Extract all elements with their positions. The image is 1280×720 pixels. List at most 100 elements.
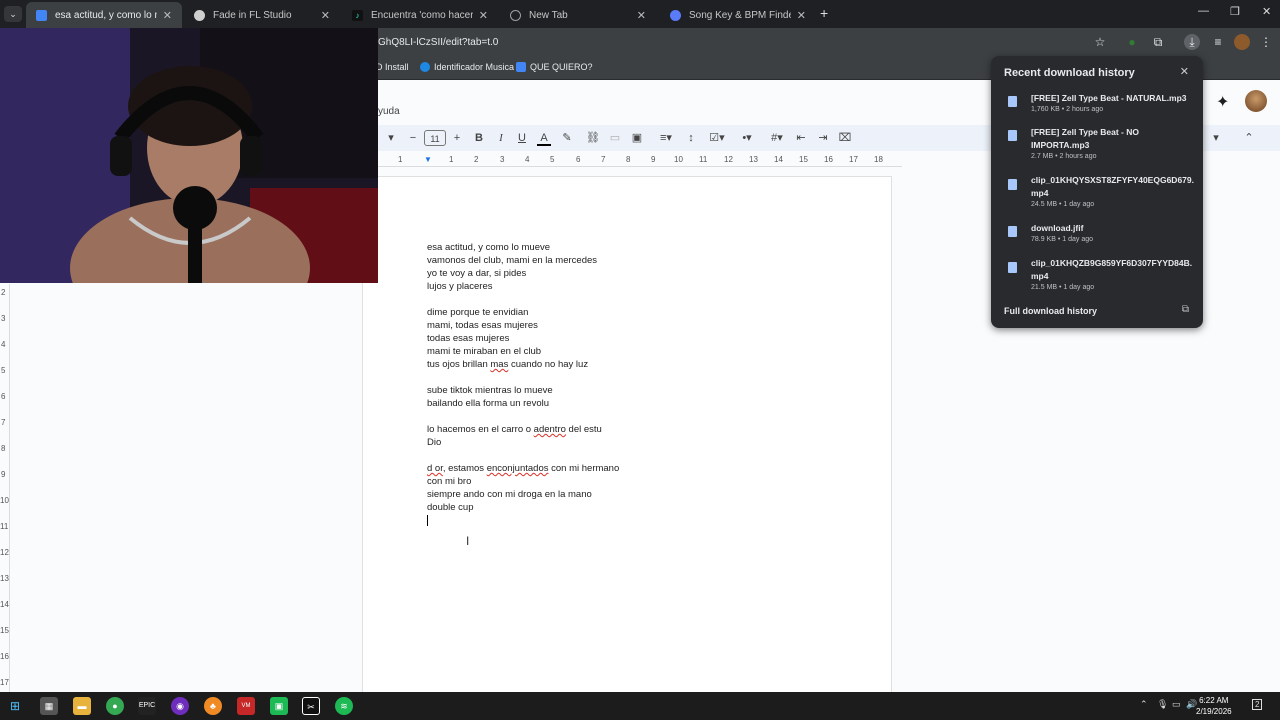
tab-fade-fl-studio[interactable]: Fade in FL Studio ✕ (184, 2, 340, 28)
increase-indent-icon[interactable]: ⇥ (816, 130, 830, 146)
mode-chevron-icon[interactable]: ▾ (1210, 130, 1222, 146)
download-item[interactable]: [FREE] Zell Type Beat - NATURAL.mp3 1,76… (991, 92, 1203, 118)
italic-button[interactable]: I (494, 130, 508, 146)
tab-tiktok[interactable]: ♪ Encuentra 'como hacer un fade ✕ (342, 2, 498, 28)
full-download-history-link[interactable]: Full download history (1004, 306, 1097, 316)
ruler-number: 13 (749, 155, 758, 164)
tiktok-icon: ♪ (352, 9, 363, 21)
align-left-icon[interactable]: ≡▾ (656, 130, 676, 146)
epic-games-icon[interactable]: EPIC (138, 697, 156, 715)
font-size-input[interactable]: 11 (424, 130, 446, 146)
highlight-icon[interactable]: ✎ (560, 130, 574, 146)
ruler-number: 5 (550, 155, 555, 164)
increase-font-button[interactable]: + (450, 130, 464, 146)
media-controls-icon[interactable]: ≡ (1210, 34, 1226, 50)
file-explorer-icon[interactable]: ▬ (73, 697, 91, 715)
download-item[interactable]: clip_01KHQYSXST8ZFYFY40EQG6D679.mp4 24.5… (991, 174, 1203, 212)
close-icon[interactable]: ✕ (163, 9, 172, 22)
address-bar[interactable]: GhQ8LI-lCzSII/edit?tab=t.0 (378, 37, 498, 48)
close-window-button[interactable]: ✕ (1262, 5, 1271, 18)
doc-line (427, 410, 867, 423)
obs-icon[interactable]: ◉ (171, 697, 189, 715)
tab-new-tab[interactable]: New Tab ✕ (500, 2, 656, 28)
extensions-puzzle-icon[interactable]: ⧉ (1150, 34, 1166, 50)
download-name: clip_01KHQZB9G859YF6D307FYYD84B.mp4 (1031, 258, 1193, 281)
doc-line (427, 293, 867, 306)
download-name: [FREE] Zell Type Beat - NO IMPORTA.mp3 (1031, 127, 1139, 150)
extension-green-icon[interactable]: ● (1124, 34, 1140, 50)
close-icon[interactable]: ✕ (479, 9, 488, 22)
horizontal-ruler[interactable]: 1 ▼ 1 2 3 4 5 6 7 8 9 10 11 12 13 14 15 … (372, 153, 902, 167)
download-item[interactable]: download.jfif 78.9 KB • 1 day ago (991, 222, 1203, 248)
checklist-icon[interactable]: ☑▾ (706, 130, 728, 146)
decrease-indent-icon[interactable]: ⇤ (794, 130, 808, 146)
notification-badge[interactable]: 2 (1252, 699, 1263, 710)
voicemeeter-icon[interactable]: VM (237, 697, 255, 715)
ibeam-cursor-icon: I (466, 534, 470, 548)
ruler-number: 3 (1, 314, 6, 323)
text-color-button[interactable]: A (537, 130, 551, 146)
underline-button[interactable]: U (515, 130, 529, 146)
download-icon[interactable]: ⤓ (1184, 34, 1200, 50)
download-item[interactable]: [FREE] Zell Type Beat - NO IMPORTA.mp3 2… (991, 126, 1203, 164)
capcut-icon[interactable]: ✂ (302, 697, 320, 715)
download-item[interactable]: clip_01KHQZB9G859YF6D307FYYD84B.mp4 21.5… (991, 257, 1203, 295)
image-icon[interactable]: ▣ (630, 130, 644, 146)
tab-search-button[interactable]: ⌄ (4, 6, 22, 22)
vertical-ruler[interactable]: 2 3 4 5 6 7 8 9 10 11 12 13 14 15 16 17 (0, 284, 10, 692)
open-external-icon[interactable]: ⧉ (1182, 304, 1189, 315)
comment-icon[interactable]: ▭ (608, 130, 622, 146)
app-icon[interactable]: ▣ (270, 697, 288, 715)
collapse-toolbar-icon[interactable]: ⌃ (1242, 130, 1256, 146)
task-view-icon[interactable]: ▦ (40, 697, 58, 715)
doc-line: sube tiktok mientras lo mueve (427, 385, 553, 396)
download-meta: 78.9 KB • 1 day ago (1031, 236, 1093, 243)
close-icon[interactable]: ✕ (797, 9, 806, 22)
text-cursor (427, 515, 428, 526)
network-icon[interactable]: ▭ (1172, 699, 1181, 710)
windows-start-icon[interactable]: ⊞ (6, 697, 24, 715)
bookmark-install[interactable]: D Install (376, 62, 409, 72)
clock[interactable]: 6:22 AM 2/19/2026 (1196, 695, 1232, 717)
gemini-sparkle-icon[interactable]: ✦ (1216, 92, 1229, 112)
decrease-font-button[interactable]: − (406, 130, 420, 146)
windows-taskbar: ⊞ ▦ ▬ ● EPIC ◉ ♣ VM ▣ ✂ ≋ ⌃ 🎙 ▭ 🔊 6:22 A… (0, 692, 1280, 720)
avatar[interactable] (1245, 90, 1267, 112)
new-tab-button[interactable]: + (820, 5, 828, 21)
restore-button[interactable]: ❐ (1230, 5, 1240, 18)
chevron-up-icon[interactable]: ⌃ (1140, 699, 1148, 710)
spotify-icon[interactable]: ≋ (335, 697, 353, 715)
image-file-icon (1008, 226, 1017, 237)
ruler-number: 11 (699, 155, 708, 164)
close-icon[interactable]: ✕ (637, 9, 646, 22)
ruler-number: 18 (874, 155, 883, 164)
profile-avatar[interactable] (1234, 34, 1250, 50)
ruler-number: 9 (1, 470, 6, 479)
close-icon[interactable]: ✕ (321, 9, 330, 22)
bullet-list-icon[interactable]: •▾ (736, 130, 758, 146)
bookmark-star-icon[interactable]: ☆ (1092, 34, 1108, 50)
indent-marker[interactable]: ▼ (424, 155, 432, 164)
doc-line: bailando ella forma un revolu (427, 398, 549, 409)
tab-docs[interactable]: esa actitud, y como lo mueve - ✕ (26, 2, 182, 28)
clear-formatting-icon[interactable]: ⌧ (838, 130, 852, 146)
bold-button[interactable]: B (472, 130, 486, 146)
ruler-number: 12 (724, 155, 733, 164)
chevron-down-icon[interactable]: ▾ (386, 130, 396, 146)
minimize-button[interactable]: — (1198, 5, 1209, 17)
bookmark-identificador-musica[interactable]: Identificador Musica (420, 62, 514, 72)
microphone-icon[interactable]: 🎙 (1157, 699, 1168, 710)
bookmark-que-quiero[interactable]: QUE QUIERO? (516, 62, 593, 72)
document-page[interactable]: esa actitud, y como lo mueve vamonos del… (362, 176, 892, 696)
tab-label: Song Key & BPM Finder | Tunel (689, 9, 791, 21)
kebab-menu-icon[interactable]: ⋮ (1258, 34, 1274, 50)
link-icon[interactable]: ⛓ (586, 130, 600, 146)
menu-item-help[interactable]: yuda (378, 106, 400, 117)
fl-studio-icon[interactable]: ♣ (204, 697, 222, 715)
tab-tunebat[interactable]: Song Key & BPM Finder | Tunel ✕ (660, 2, 816, 28)
chrome-icon[interactable]: ● (106, 697, 124, 715)
numbered-list-icon[interactable]: #▾ (766, 130, 788, 146)
close-icon[interactable]: ✕ (1180, 65, 1189, 78)
line-spacing-icon[interactable]: ↕ (684, 130, 698, 146)
document-body[interactable]: esa actitud, y como lo mueve vamonos del… (427, 241, 867, 526)
